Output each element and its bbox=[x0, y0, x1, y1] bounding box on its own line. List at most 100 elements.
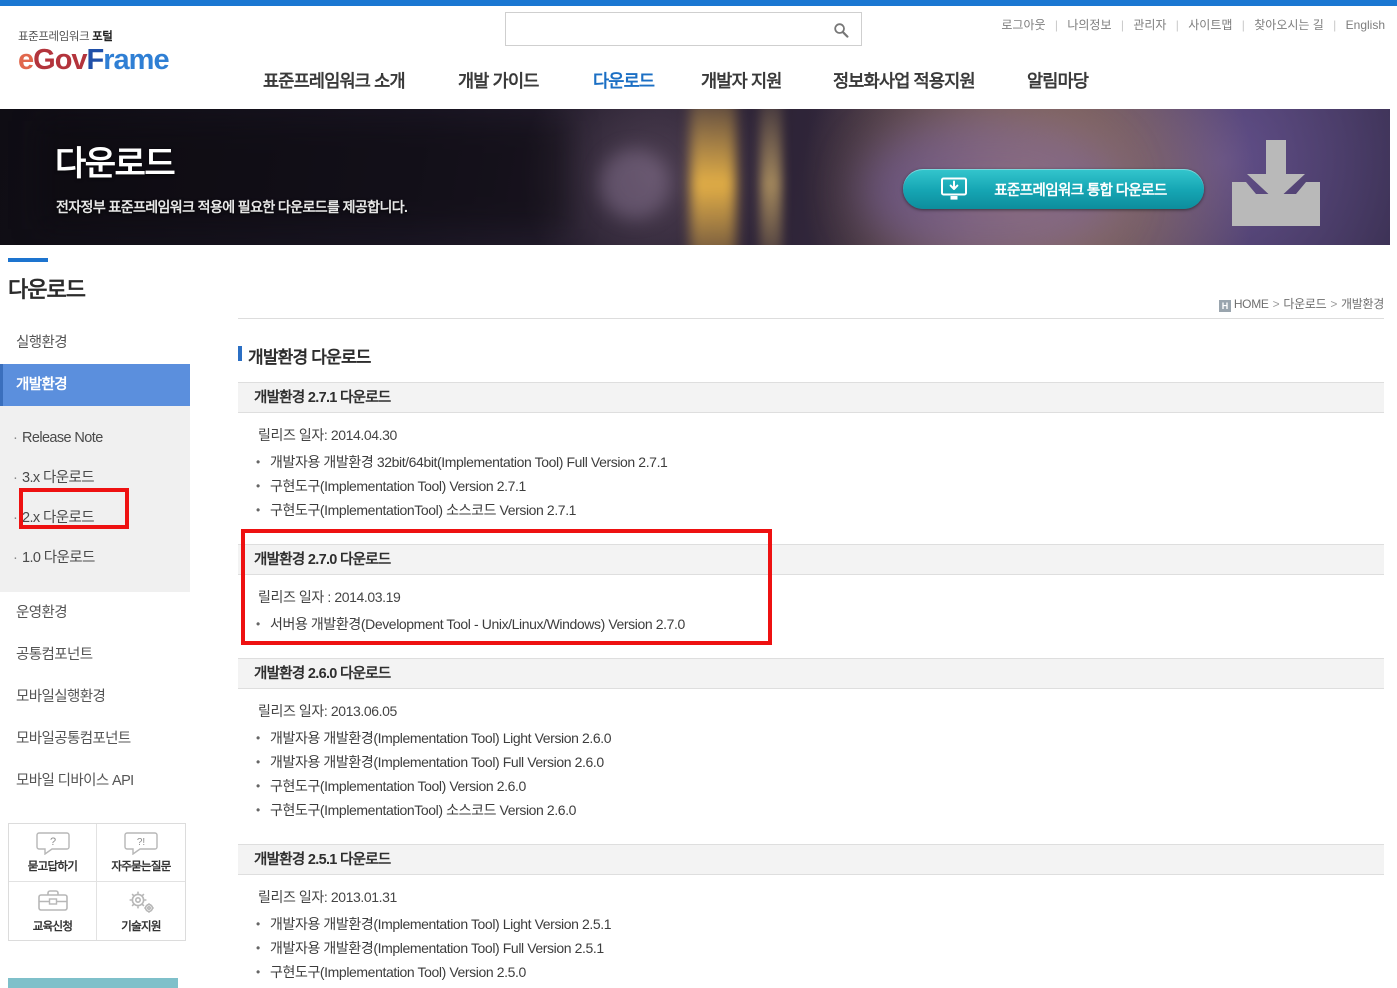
download-item[interactable]: 서버용 개발환경(Development Tool - Unix/Linux/W… bbox=[256, 612, 1384, 636]
release-date: 릴리즈 일자: 2013.06.05 bbox=[258, 703, 397, 719]
release-date: 릴리즈 일자: 2014.04.30 bbox=[258, 427, 397, 443]
download-item-list: 개발자용 개발환경(Implementation Tool) Light Ver… bbox=[256, 912, 1384, 984]
logo-wordmark: eGovFrame bbox=[18, 43, 170, 76]
sidebar-subitem-2x-download[interactable]: 2.x 다운로드 bbox=[0, 498, 190, 538]
download-tray-icon bbox=[1232, 140, 1320, 226]
release-date: 릴리즈 일자: 2013.01.31 bbox=[258, 889, 397, 905]
utilnav-item-myinfo[interactable]: 나의정보 bbox=[1067, 18, 1111, 32]
section-body: 릴리즈 일자 : 2014.03.19 서버용 개발환경(Development… bbox=[238, 575, 1384, 644]
sidebar-item-mobile-device-api[interactable]: 모바일 디바이스 API bbox=[0, 760, 190, 802]
search-button[interactable] bbox=[833, 19, 855, 41]
sidebar-quicklinks: ? 묻고답하기 ?! 자주묻는질문 교육신청 기술지원 bbox=[8, 823, 186, 941]
sidebar-item-common-component[interactable]: 공통컴포넌트 bbox=[0, 634, 190, 676]
logo-subtitle: 표준프레임워크 포털 bbox=[18, 31, 169, 44]
hero-glow-grey bbox=[600, 149, 670, 219]
nav-item-developer-support[interactable]: 개발자 지원 bbox=[701, 68, 782, 93]
sidebar-subitem-1.0-download[interactable]: 1.0 다운로드 bbox=[0, 538, 190, 578]
home-icon: H bbox=[1218, 300, 1231, 312]
utilnav-separator: | bbox=[1175, 18, 1179, 32]
page-title: 개발환경 다운로드 bbox=[238, 343, 1384, 368]
search-input[interactable] bbox=[506, 13, 821, 45]
page-root: 표준프레임워크 포털 eGovFrame 로그아웃 | 나의정보 | 관리자 |… bbox=[0, 0, 1397, 988]
hero-title: 다운로드 bbox=[55, 145, 176, 183]
quicklink-training-label: 교육신청 bbox=[32, 920, 73, 933]
quicklink-qna[interactable]: ? 묻고답하기 bbox=[9, 824, 97, 882]
utilnav-separator: | bbox=[1054, 18, 1058, 32]
main-navigation: 표준프레임워크 소개 개발 가이드 다운로드 개발자 지원 정보화사업 적용지원… bbox=[255, 68, 1135, 108]
utilnav-separator: | bbox=[1333, 18, 1337, 32]
section-title: 개발환경 2.7.1 다운로드 bbox=[238, 382, 1384, 413]
download-item-list: 서버용 개발환경(Development Tool - Unix/Linux/W… bbox=[256, 612, 1384, 636]
utilnav-separator: | bbox=[1120, 18, 1124, 32]
sidebar-item-operation-env[interactable]: 운영환경 bbox=[0, 592, 190, 634]
release-date: 릴리즈 일자 : 2014.03.19 bbox=[258, 589, 401, 605]
sidebar-subitem-release-note[interactable]: Release Note bbox=[0, 418, 190, 458]
download-item[interactable]: 구현도구(ImplementationTool) 소스코드 Version 2.… bbox=[256, 798, 1384, 822]
hero-glow-gold-thin bbox=[760, 109, 782, 245]
section-title: 개발환경 2.6.0 다운로드 bbox=[238, 658, 1384, 689]
breadcrumb: H HOME > 다운로드 > 개발환경 bbox=[238, 295, 1384, 319]
integrated-download-button[interactable]: 표준프레임워크 통합 다운로드 bbox=[903, 169, 1204, 209]
quicklink-tech-support-label: 기술지원 bbox=[121, 920, 161, 933]
quicklink-qna-label: 묻고답하기 bbox=[27, 861, 78, 873]
sidebar-item-mobile-common-component[interactable]: 모바일공통컴포넌트 bbox=[0, 718, 190, 760]
breadcrumb-level3[interactable]: 개발환경 bbox=[1341, 297, 1384, 311]
sidebar-promo-banner[interactable] bbox=[8, 978, 178, 988]
gears-icon bbox=[129, 891, 154, 913]
sidebar-item-runtime-env[interactable]: 실행환경 bbox=[0, 322, 190, 364]
download-item[interactable]: 구현도구(ImplementationTool) 소스코드 Version 2.… bbox=[256, 498, 1384, 522]
breadcrumb-separator: > bbox=[1330, 297, 1338, 311]
download-section-2.7.0: 개발환경 2.7.0 다운로드 릴리즈 일자 : 2014.03.19 서버용 … bbox=[238, 544, 1384, 644]
download-item[interactable]: 구현도구(Implementation Tool) Version 2.6.0 bbox=[256, 774, 1384, 798]
search-box[interactable] bbox=[505, 12, 862, 46]
download-item[interactable]: 개발자용 개발환경(Implementation Tool) Light Ver… bbox=[256, 726, 1384, 750]
download-section-2.7.1: 개발환경 2.7.1 다운로드 릴리즈 일자: 2014.04.30 개발자용 … bbox=[238, 382, 1384, 530]
toolbox-icon bbox=[37, 889, 68, 911]
svg-text:?: ? bbox=[49, 836, 55, 848]
site-logo[interactable]: 표준프레임워크 포털 eGovFrame bbox=[18, 31, 170, 76]
download-section-2.6.0: 개발환경 2.6.0 다운로드 릴리즈 일자: 2013.06.05 개발자용 … bbox=[238, 658, 1384, 830]
quicklink-tech-support[interactable]: 기술지원 bbox=[97, 882, 185, 940]
section-title: 개발환경 2.7.0 다운로드 bbox=[238, 544, 1384, 575]
section-title: 개발환경 2.5.1 다운로드 bbox=[238, 844, 1384, 875]
sidebar-item-dev-env[interactable]: 개발환경 bbox=[0, 364, 190, 406]
nav-item-project-support[interactable]: 정보화사업 적용지원 bbox=[833, 68, 976, 93]
sidebar-title: 다운로드 bbox=[8, 277, 86, 302]
section-body: 릴리즈 일자: 2014.04.30 개발자용 개발환경 32bit/64bit… bbox=[238, 413, 1384, 530]
download-item[interactable]: 개발자용 개발환경(Implementation Tool) Full Vers… bbox=[256, 936, 1384, 960]
logo-subtitle-plain: 표준프레임워크 bbox=[18, 31, 90, 43]
nav-item-notice[interactable]: 알림마당 bbox=[1027, 68, 1089, 93]
sidebar-item-mobile-runtime-env[interactable]: 모바일실행환경 bbox=[0, 676, 190, 718]
utilnav-item-sitemap[interactable]: 사이트맵 bbox=[1188, 18, 1232, 32]
site-header: 표준프레임워크 포털 eGovFrame 로그아웃 | 나의정보 | 관리자 |… bbox=[0, 6, 1397, 109]
quicklink-training[interactable]: 교육신청 bbox=[9, 882, 97, 940]
logo-letter-f: F bbox=[86, 43, 105, 76]
main-content: H HOME > 다운로드 > 개발환경 개발환경 다운로드 개발환경 2.7.1 다운로… bbox=[238, 295, 1384, 988]
utilnav-item-directions[interactable]: 찾아오시는 길 bbox=[1254, 18, 1324, 32]
nav-item-intro[interactable]: 표준프레임워크 소개 bbox=[263, 68, 406, 93]
breadcrumb-home[interactable]: HOME bbox=[1234, 297, 1269, 311]
faq-bubble-icon: ?! bbox=[124, 832, 158, 855]
logo-letter-e: e bbox=[18, 43, 34, 76]
nav-item-guide[interactable]: 개발 가이드 bbox=[458, 68, 539, 93]
download-item[interactable]: 개발자용 개발환경(Implementation Tool) Light Ver… bbox=[256, 912, 1384, 936]
sidebar-subitem-3x-download[interactable]: 3.x 다운로드 bbox=[0, 458, 190, 498]
download-item[interactable]: 개발자용 개발환경(Implementation Tool) Full Vers… bbox=[256, 750, 1384, 774]
quicklink-faq[interactable]: ?! 자주묻는질문 bbox=[97, 824, 185, 882]
utilnav-item-english[interactable]: English bbox=[1346, 18, 1385, 32]
download-item[interactable]: 개발자용 개발환경 32bit/64bit(Implementation Too… bbox=[256, 450, 1384, 474]
logo-letters-gov: Gov bbox=[33, 43, 87, 76]
utilnav-item-admin[interactable]: 관리자 bbox=[1133, 18, 1166, 32]
logo-subtitle-bold: 포털 bbox=[92, 31, 113, 43]
breadcrumb-level2[interactable]: 다운로드 bbox=[1283, 297, 1326, 311]
download-item[interactable]: 구현도구(Implementation Tool) Version 2.5.0 bbox=[256, 960, 1384, 984]
sidebar-nav: 실행환경 개발환경 Release Note 3.x 다운로드 2.x 다운로드… bbox=[0, 322, 190, 802]
section-body: 릴리즈 일자: 2013.06.05 개발자용 개발환경(Implementat… bbox=[238, 689, 1384, 830]
logo-letters-rame: rame bbox=[103, 43, 169, 76]
monitor-download-icon bbox=[941, 177, 968, 200]
download-item[interactable]: 구현도구(Implementation Tool) Version 2.7.1 bbox=[256, 474, 1384, 498]
utilnav-item-logout[interactable]: 로그아웃 bbox=[1001, 18, 1045, 32]
utility-nav: 로그아웃 | 나의정보 | 관리자 | 사이트맵 | 찾아오시는 길 | Eng… bbox=[1001, 16, 1385, 33]
hero-glow-gold bbox=[690, 109, 736, 245]
nav-item-download[interactable]: 다운로드 bbox=[593, 68, 655, 93]
